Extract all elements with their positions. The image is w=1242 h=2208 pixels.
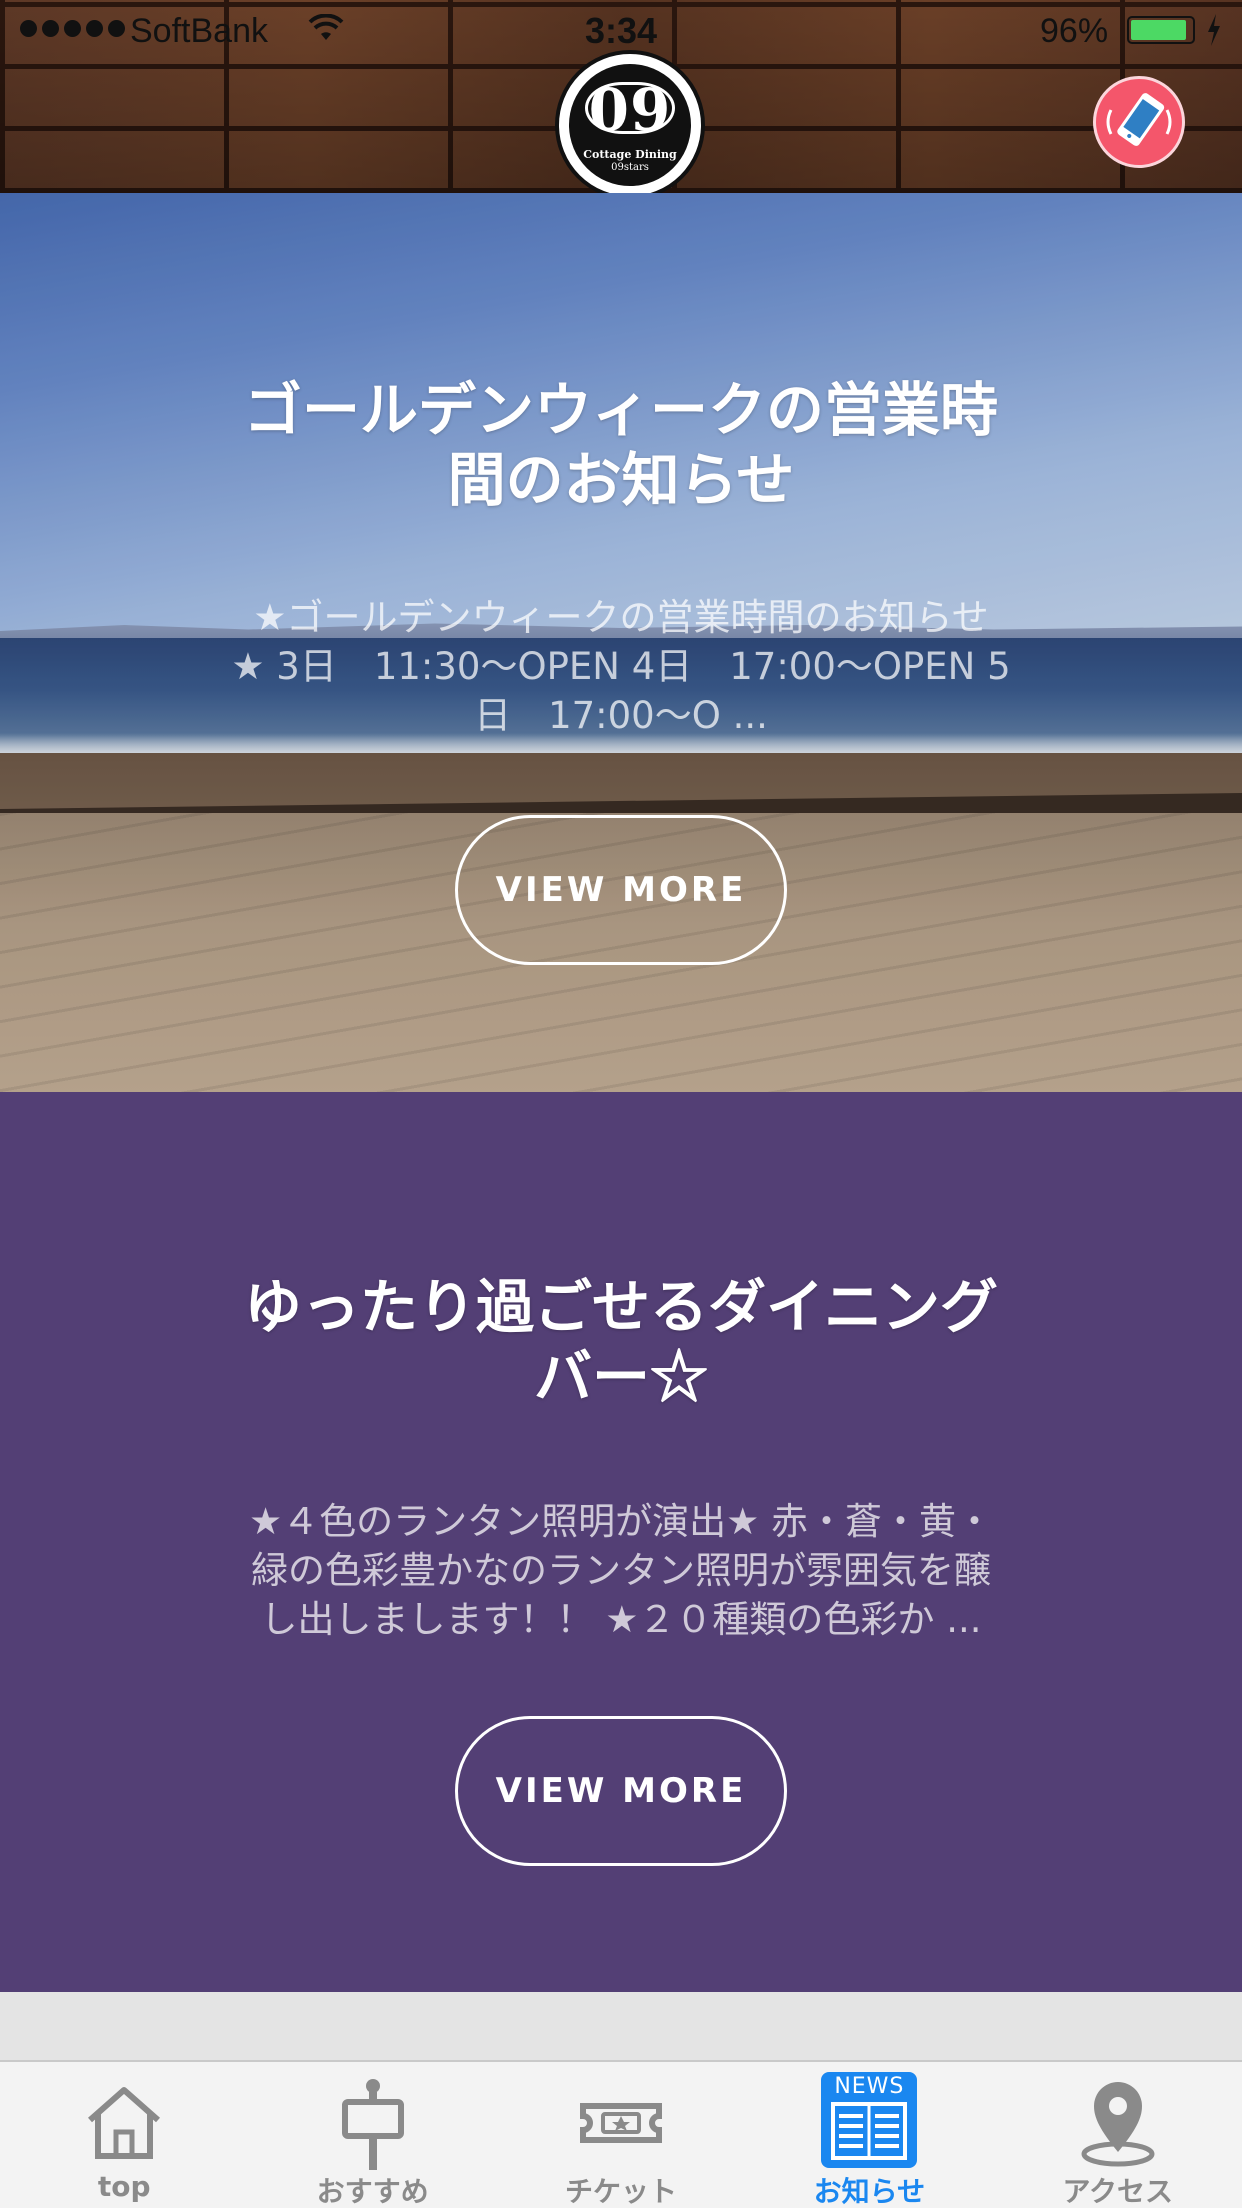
logo-number: 09 <box>588 76 672 144</box>
news-icon: NEWS <box>821 2072 918 2168</box>
tab-recommend[interactable]: おすすめ <box>248 2062 496 2208</box>
card-excerpt-line: 日 17:00〜O ... <box>474 694 768 737</box>
battery-percent: 96% <box>1040 12 1109 50</box>
card-excerpt-line: ★ 3日 11:30〜OPEN 4日 17:00〜OPEN 5 <box>231 645 1011 688</box>
battery-icon <box>1127 16 1195 44</box>
tab-label: top <box>97 2170 151 2203</box>
tab-label: アクセス <box>1062 2175 1174 2208</box>
restaurant-logo[interactable]: 09 Cottage Dining 09stars <box>555 50 705 200</box>
card-title-line: 間のお知らせ <box>447 446 795 514</box>
app-header: SoftBank 3:34 96% 09 Cottage Dining 09st… <box>0 0 1242 200</box>
ticket-icon <box>579 2103 662 2143</box>
logo-subtitle-2: 09stars <box>611 162 649 173</box>
logo-emblem: 09 Cottage Dining 09stars <box>569 64 691 186</box>
map-pin-icon <box>1081 2082 1155 2167</box>
tab-label: お知らせ <box>813 2175 926 2208</box>
tab-access[interactable]: アクセス <box>994 2062 1242 2208</box>
house-icon <box>88 2087 161 2159</box>
charging-bolt-icon <box>1208 14 1220 46</box>
tab-label: おすすめ <box>316 2175 429 2208</box>
news-card-golden-week[interactable]: ゴールデンウィークの営業時 間のお知らせ ★ゴールデンウィークの営業時間のお知ら… <box>0 193 1242 1092</box>
bottom-tab-bar: top おすすめ チケット NEWS お知らせ アクセス <box>0 2060 1242 2208</box>
card-excerpt-line: し出しまします！！ ★２０種類の色彩か ... <box>260 1598 982 1641</box>
phone-ringing-icon <box>1106 93 1172 146</box>
card-title: ゴールデンウィークの営業時 間のお知らせ <box>160 375 1082 515</box>
card-excerpt: ★４色のランタン照明が演出★ 赤・蒼・黄・ 緑の色彩豊かなのランタン照明が雰囲気… <box>190 1497 1052 1644</box>
card-title-line: ゆったり過ごせるダイニング <box>243 1273 998 1341</box>
tab-top[interactable]: top <box>0 2062 248 2208</box>
view-more-button[interactable]: VIEW MORE <box>455 815 787 965</box>
news-card-dining-bar[interactable]: ゆったり過ごせるダイニング バー☆ ★４色のランタン照明が演出★ 赤・蒼・黄・ … <box>0 1092 1242 1992</box>
card-excerpt-line: ★ゴールデンウィークの営業時間のお知らせ <box>253 596 989 639</box>
card-excerpt-line: 緑の色彩豊かなのランタン照明が雰囲気を醸 <box>251 1549 991 1592</box>
tab-news[interactable]: NEWS お知らせ <box>745 2062 993 2208</box>
card-excerpt: ★ゴールデンウィークの営業時間のお知らせ ★ 3日 11:30〜OPEN 4日 … <box>190 593 1052 740</box>
card-excerpt-line: ★４色のランタン照明が演出★ 赤・蒼・黄・ <box>248 1500 994 1543</box>
tab-label: チケット <box>564 2175 677 2208</box>
call-button[interactable] <box>1093 76 1185 168</box>
view-more-button[interactable]: VIEW MORE <box>455 1716 787 1866</box>
tab-ticket[interactable]: チケット <box>497 2062 745 2208</box>
logo-subtitle: Cottage Dining <box>583 148 677 161</box>
card-title: ゆったり過ごせるダイニング バー☆ <box>160 1272 1082 1412</box>
card-title-line: ゴールデンウィークの営業時 <box>243 376 998 444</box>
signboard-icon <box>341 2079 404 2170</box>
card-title-line: バー☆ <box>533 1343 708 1411</box>
